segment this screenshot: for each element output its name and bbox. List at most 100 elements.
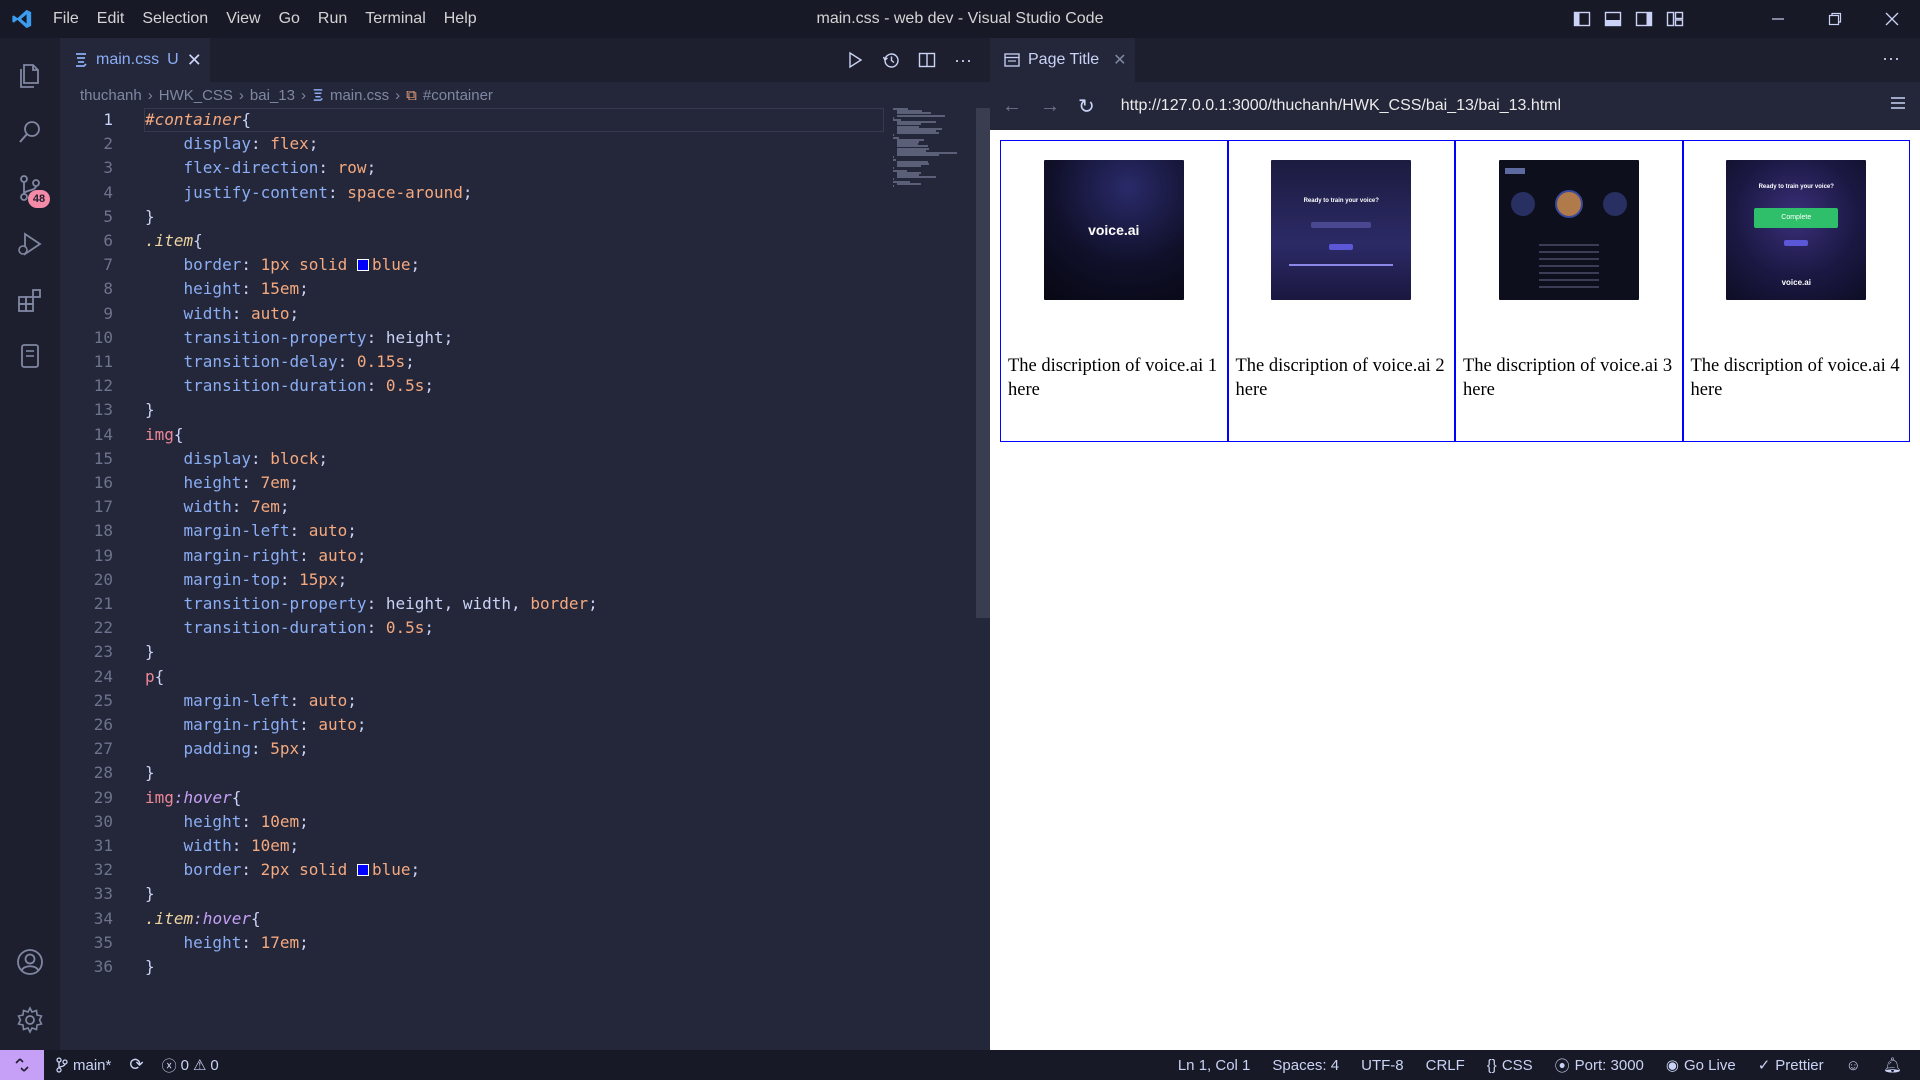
menu-edit[interactable]: Edit [88, 0, 134, 38]
code-line[interactable]: 28} [60, 761, 960, 785]
explorer-icon[interactable] [0, 48, 60, 104]
breadcrumb-container-symbol[interactable]: #container [423, 87, 493, 104]
code-line[interactable]: 11 transition-delay: 0.15s; [60, 350, 960, 374]
code-line[interactable]: 2 display: flex; [60, 132, 960, 156]
code-line[interactable]: 7 border: 1px solid blue; [60, 253, 960, 277]
run-debug-icon[interactable] [0, 216, 60, 272]
go-live-button[interactable]: ◉ Go Live [1666, 1056, 1736, 1075]
language-mode[interactable]: {} CSS [1487, 1057, 1533, 1074]
voice-item-4[interactable]: Ready to train your voice? Complete voic… [1682, 140, 1910, 442]
voice-ai-image-2[interactable]: Ready to train your voice? [1271, 160, 1412, 300]
manage-gear-icon[interactable] [0, 992, 60, 1048]
more-actions-icon[interactable]: ··· [1882, 48, 1900, 69]
code-line[interactable]: 16 height: 7em; [60, 471, 960, 495]
code-line[interactable]: 34 .item:hover{ [60, 907, 960, 931]
toggle-panel-icon[interactable] [1604, 10, 1622, 28]
code-line[interactable]: 35 height: 17em; [60, 931, 960, 955]
url-input[interactable]: http://127.0.0.1:3000/thuchanh/HWK_CSS/b… [1121, 97, 1561, 115]
code-line[interactable]: 5} [60, 205, 960, 229]
menu-view[interactable]: View [217, 0, 269, 38]
code-line[interactable]: 29 img:hover{ [60, 786, 960, 810]
breadcrumb-bai-13[interactable]: bai_13 [250, 87, 295, 104]
toggle-secondary-sidebar-icon[interactable] [1635, 10, 1653, 28]
code-line[interactable]: 30 height: 10em; [60, 810, 960, 834]
code-line[interactable]: 18 margin-left: auto; [60, 519, 960, 543]
voice-ai-image-3[interactable] [1498, 160, 1639, 300]
split-editor-icon[interactable] [918, 51, 936, 69]
voice-ai-image-1[interactable]: voice.ai [1043, 160, 1184, 300]
code-line[interactable]: 6 .item{ [60, 229, 960, 253]
menu-selection[interactable]: Selection [133, 0, 217, 38]
forward-arrow-icon[interactable]: → [1040, 95, 1060, 118]
remote-explorer-icon[interactable] [0, 328, 60, 384]
notifications-bell-icon[interactable]: 🔔︎ [1883, 1056, 1902, 1074]
code-line[interactable]: 33} [60, 882, 960, 906]
code-line[interactable]: 1 #container{ [60, 108, 960, 132]
code-line[interactable]: 15 display: block; [60, 447, 960, 471]
code-line[interactable]: 12 transition-duration: 0.5s; [60, 374, 960, 398]
code-line[interactable]: 22 transition-duration: 0.5s; [60, 616, 960, 640]
close-tab-icon[interactable]: ✕ [187, 50, 202, 71]
voice-item-3[interactable]: The discription of voice.ai 3 here [1455, 140, 1683, 442]
code-line[interactable]: 20 margin-top: 15px; [60, 568, 960, 592]
close-tab-icon[interactable]: ✕ [1113, 50, 1126, 70]
menu-terminal[interactable]: Terminal [356, 0, 434, 38]
code-line[interactable]: 31 width: 10em; [60, 834, 960, 858]
feedback-icon[interactable]: ☺ [1846, 1057, 1861, 1074]
prettier-status[interactable]: ✓ Prettier [1758, 1056, 1824, 1075]
editor-scrollbar[interactable] [976, 108, 990, 618]
reload-icon[interactable]: ↻ [1078, 94, 1095, 119]
code-line[interactable]: 27 padding: 5px; [60, 737, 960, 761]
code-editor[interactable]: 1 #container{2 display: flex; 3 flex-direc… [60, 108, 990, 1050]
more-actions-icon[interactable]: ··· [954, 50, 972, 71]
voice-ai-image-4[interactable]: Ready to train your voice? Complete voic… [1726, 160, 1867, 300]
sync-icon[interactable]: ⟳ [129, 1055, 143, 1075]
source-control-icon[interactable]: 48 [0, 160, 60, 216]
live-server-port[interactable]: ⦿ Port: 3000 [1555, 1055, 1644, 1076]
extensions-icon[interactable] [0, 272, 60, 328]
minimap[interactable] [893, 108, 963, 188]
code-line[interactable]: 32 border: 2px solid blue; [60, 858, 960, 882]
breadcrumb-hwk-css[interactable]: HWK_CSS [159, 87, 233, 104]
encoding-setting[interactable]: UTF-8 [1361, 1057, 1404, 1074]
menu-run[interactable]: Run [309, 0, 356, 38]
customize-layout-icon[interactable] [1666, 10, 1684, 28]
problems-status[interactable]: ⓧ 0 ⚠ 0 [162, 1055, 219, 1076]
voice-item-1[interactable]: voice.ai The discription of voice.ai 1 h… [1000, 140, 1228, 442]
code-line[interactable]: 17 width: 7em; [60, 495, 960, 519]
code-line[interactable]: 9 width: auto; [60, 302, 960, 326]
minimize-icon[interactable] [1749, 0, 1806, 38]
close-window-icon[interactable] [1863, 0, 1920, 38]
toggle-primary-sidebar-icon[interactable] [1573, 10, 1591, 28]
accounts-icon[interactable] [0, 934, 60, 990]
code-line[interactable]: 36} [60, 955, 960, 979]
code-line[interactable]: 19 margin-right: auto; [60, 544, 960, 568]
code-line[interactable]: 13} [60, 398, 960, 422]
remote-indicator-icon[interactable] [0, 1050, 44, 1080]
run-icon[interactable] [846, 51, 864, 69]
menu-help[interactable]: Help [435, 0, 486, 38]
code-line[interactable]: 25 margin-left: auto; [60, 689, 960, 713]
back-arrow-icon[interactable]: ← [1002, 95, 1022, 118]
code-line[interactable]: 4 justify-content: space-around; [60, 181, 960, 205]
code-line[interactable]: 21 transition-property: height, width, b… [60, 592, 960, 616]
menu-file[interactable]: File [44, 0, 88, 38]
eol-setting[interactable]: CRLF [1426, 1057, 1465, 1074]
code-line[interactable]: 26 margin-right: auto; [60, 713, 960, 737]
code-line[interactable]: 10 transition-property: height; [60, 326, 960, 350]
code-line[interactable]: 23} [60, 640, 960, 664]
code-line[interactable]: 8 height: 15em; [60, 277, 960, 301]
voice-item-2[interactable]: Ready to train your voice? The discripti… [1227, 140, 1455, 442]
breadcrumb-thuchanh[interactable]: thuchanh [80, 87, 142, 104]
cursor-position[interactable]: Ln 1, Col 1 [1178, 1057, 1251, 1074]
search-icon[interactable] [0, 104, 60, 160]
menu-go[interactable]: Go [270, 0, 309, 38]
tab-page-title[interactable]: Page Title ✕ [990, 38, 1135, 82]
code-line[interactable]: 14 img{ [60, 423, 960, 447]
breadcrumb-main-css[interactable]: main.css [330, 87, 389, 104]
code-line[interactable]: 3 flex-direction: row; [60, 156, 960, 180]
tab-main-css[interactable]: main.css U ✕ [60, 38, 210, 82]
indentation-setting[interactable]: Spaces: 4 [1272, 1057, 1339, 1074]
restore-icon[interactable] [1806, 0, 1863, 38]
hamburger-menu-icon[interactable] [1890, 96, 1906, 110]
